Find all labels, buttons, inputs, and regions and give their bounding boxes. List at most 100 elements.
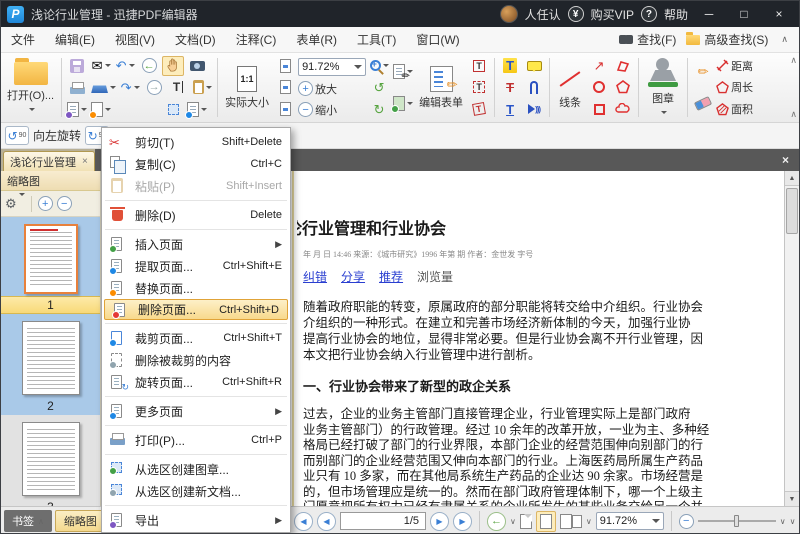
line-tool-button[interactable]: 线条 bbox=[553, 55, 587, 120]
menu-item-delete[interactable]: 删除(D) Delete bbox=[102, 204, 290, 226]
close-button[interactable]: × bbox=[765, 7, 793, 21]
vertical-scrollbar[interactable]: ▲ ▼ bbox=[784, 171, 799, 506]
menu-view[interactable]: 视图(V) bbox=[105, 31, 165, 48]
menu-item-create-stamp-from-selection[interactable]: 从选区创建图章... bbox=[102, 458, 290, 480]
bookmarks-tab[interactable]: 书签 ∧ bbox=[4, 510, 52, 532]
status-zoom-combo[interactable]: 91.72% bbox=[596, 512, 664, 530]
menu-tools[interactable]: 工具(T) bbox=[347, 31, 406, 48]
document-tab[interactable]: 浅论行业管理 × bbox=[3, 151, 95, 171]
menu-document[interactable]: 文档(D) bbox=[165, 31, 226, 48]
rotate-left-90-icon[interactable]: ↺90 bbox=[5, 126, 29, 145]
status-chevron-1-icon[interactable]: ∨ bbox=[780, 517, 786, 526]
menu-item-copy[interactable]: 复制(C) Ctrl+C bbox=[102, 153, 290, 175]
menu-item-paste[interactable]: 粘贴(P) Shift+Insert bbox=[102, 175, 290, 197]
minimize-button[interactable]: ─ bbox=[695, 7, 723, 21]
fit-width-status-button[interactable] bbox=[536, 511, 556, 532]
zoom-out-button[interactable]: − 缩小 bbox=[298, 102, 366, 118]
link-share[interactable]: 分享 bbox=[341, 268, 365, 285]
measure-perimeter-button[interactable]: 周长 bbox=[716, 79, 753, 95]
link-correct[interactable]: 纠错 bbox=[303, 268, 327, 285]
tab-close-icon[interactable]: × bbox=[82, 156, 88, 167]
last-page-button[interactable]: ▶ bbox=[453, 512, 472, 531]
stamp-button[interactable]: 图章 bbox=[642, 55, 684, 120]
menu-item-insert-pages[interactable]: 插入页面 ▶ bbox=[102, 233, 290, 255]
highlight-text-button[interactable]: T bbox=[499, 56, 521, 76]
menu-item-export[interactable]: 导出 ▶ bbox=[102, 509, 290, 531]
options-gear-icon[interactable]: ⚙ bbox=[5, 196, 25, 212]
collapse-menubar-icon[interactable]: ∧ bbox=[778, 34, 791, 45]
help-button[interactable]: 帮助 bbox=[664, 6, 688, 23]
page-layout-chevron-icon[interactable]: ∨ bbox=[586, 517, 592, 526]
typewriter-button[interactable]: T bbox=[468, 77, 490, 97]
next-view-button[interactable]: → bbox=[143, 77, 165, 97]
menu-file[interactable]: 文件 bbox=[1, 31, 45, 48]
select-text-button[interactable]: T bbox=[167, 77, 189, 97]
actual-size-button[interactable]: 1:1 实际大小 bbox=[221, 55, 273, 120]
user-name[interactable]: 人任认 bbox=[525, 6, 561, 23]
arrow-tool-button[interactable]: ↗ bbox=[588, 56, 610, 76]
previous-view-button[interactable]: ← bbox=[138, 56, 160, 76]
callout-button[interactable]: T bbox=[468, 99, 490, 119]
clipboard-button[interactable] bbox=[191, 77, 213, 97]
document-close-icon[interactable]: × bbox=[782, 153, 789, 167]
collapse-toolbar-top-icon[interactable]: ∧ bbox=[790, 55, 797, 66]
menu-edit[interactable]: 编辑(E) bbox=[45, 31, 105, 48]
rotate-ccw-button[interactable]: ↺ bbox=[368, 77, 390, 97]
slider-zoom-out-button[interactable]: − bbox=[679, 514, 694, 529]
export-document-button[interactable] bbox=[66, 99, 88, 119]
collapse-toolbar-bottom-icon[interactable]: ∧ bbox=[790, 109, 797, 120]
slider-track[interactable] bbox=[698, 520, 776, 522]
menu-item-crop-pages[interactable]: 裁剪页面... Ctrl+Shift+T bbox=[102, 327, 290, 349]
redo-button[interactable]: ↷ bbox=[119, 77, 141, 97]
menu-item-print[interactable]: 打印(P)... Ctrl+P bbox=[102, 429, 290, 451]
menu-item-delete-pages[interactable]: 删除页面... Ctrl+Shift+D bbox=[104, 299, 288, 320]
menu-form[interactable]: 表单(R) bbox=[286, 31, 347, 48]
zoom-slider[interactable] bbox=[698, 520, 776, 522]
eraser-tool-button[interactable] bbox=[692, 94, 714, 114]
thumbnail-page-1[interactable]: 1 bbox=[1, 217, 100, 314]
thumbnails-tab[interactable]: 缩略图 bbox=[55, 510, 106, 532]
print-button[interactable] bbox=[66, 77, 88, 97]
menu-item-create-document-from-selection[interactable]: 从选区创建新文档... bbox=[102, 480, 290, 502]
thumb-zoom-out-button[interactable]: − bbox=[57, 196, 72, 211]
page-number-input[interactable]: 1/5 bbox=[340, 512, 426, 530]
slider-thumb[interactable] bbox=[734, 515, 739, 527]
edit-content-button[interactable] bbox=[186, 99, 208, 119]
scan-button[interactable] bbox=[90, 77, 117, 97]
rotate-cw-button[interactable]: ↻ bbox=[368, 99, 390, 119]
add-image-button[interactable] bbox=[392, 94, 414, 114]
toolbar-zoom-combo[interactable]: 91.72% bbox=[298, 58, 366, 76]
measure-distance-button[interactable]: 距离 bbox=[716, 58, 753, 74]
previous-view-status-button[interactable]: ← bbox=[487, 512, 506, 531]
fit-visible-button[interactable] bbox=[274, 99, 296, 119]
buy-vip-button[interactable]: 购买VIP bbox=[591, 6, 634, 23]
maximize-button[interactable]: □ bbox=[730, 7, 758, 21]
menu-item-more-pages[interactable]: 更多页面 ▶ bbox=[102, 400, 290, 422]
save-button[interactable] bbox=[66, 56, 88, 76]
attach-file-button[interactable] bbox=[523, 77, 545, 97]
menu-item-rotate-pages[interactable]: ↻ 旋转页面... Ctrl+Shift+R bbox=[102, 371, 290, 393]
single-page-icon[interactable] bbox=[520, 514, 532, 529]
new-document-button[interactable] bbox=[90, 99, 112, 119]
status-chevron-2-icon[interactable]: ∨ bbox=[790, 517, 796, 526]
menu-window[interactable]: 窗口(W) bbox=[406, 31, 469, 48]
cloud-tool-button[interactable] bbox=[612, 99, 634, 119]
rotate-left-label[interactable]: 向左旋转 bbox=[33, 127, 81, 144]
select-object-button[interactable] bbox=[162, 99, 184, 119]
email-button[interactable]: ✉ bbox=[90, 56, 112, 76]
thumb-zoom-in-button[interactable]: + bbox=[38, 196, 53, 211]
polyline-tool-button[interactable] bbox=[612, 56, 634, 76]
circle-tool-button[interactable] bbox=[588, 77, 610, 97]
user-avatar[interactable] bbox=[500, 5, 518, 23]
view-history-chevron-icon[interactable]: ∨ bbox=[510, 517, 516, 526]
first-page-button[interactable]: ◀ bbox=[294, 512, 313, 531]
menu-item-delete-cropped-content[interactable]: 删除被裁剪的内容 bbox=[102, 349, 290, 371]
fit-page-button[interactable] bbox=[274, 77, 296, 97]
sticky-note-button[interactable] bbox=[523, 56, 545, 76]
snapshot-button[interactable] bbox=[186, 56, 208, 76]
square-tool-button[interactable] bbox=[588, 99, 610, 119]
thumbnail-page-3[interactable]: 3 bbox=[1, 415, 100, 506]
scroll-up-icon[interactable]: ▲ bbox=[785, 171, 799, 186]
scroll-down-icon[interactable]: ▼ bbox=[785, 491, 799, 506]
text-box-button[interactable]: T bbox=[468, 56, 490, 76]
